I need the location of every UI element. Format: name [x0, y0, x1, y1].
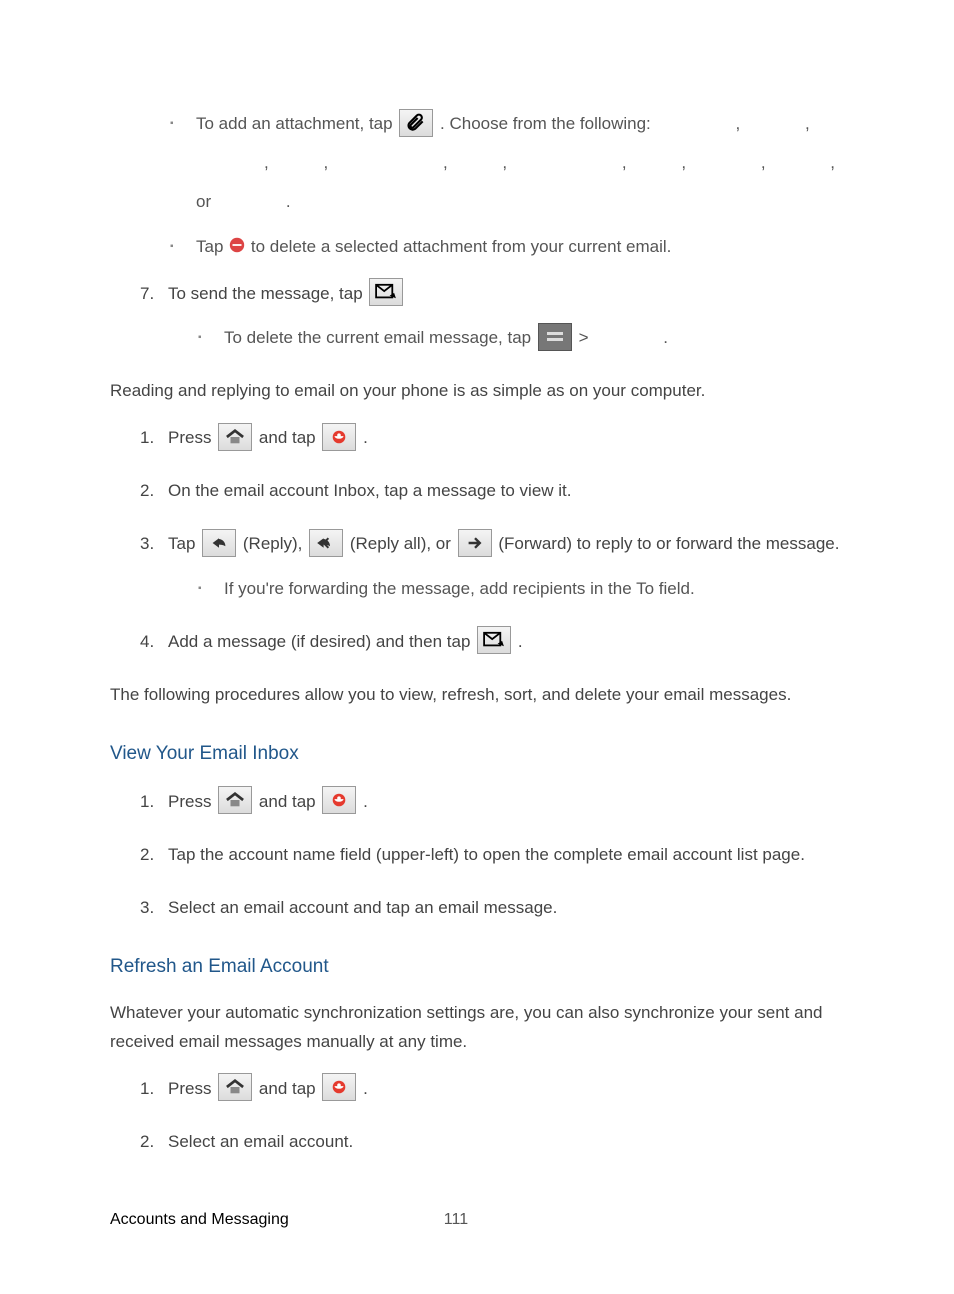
comma: , — [761, 153, 766, 172]
press-text: Press — [168, 792, 216, 811]
comma: , — [681, 153, 686, 172]
step-number: 2. — [140, 477, 154, 506]
refresh-step-1: 1. Press and tap . — [140, 1075, 844, 1104]
comma: , — [830, 153, 835, 172]
comma: , — [264, 153, 269, 172]
refresh-paragraph: Whatever your automatic synchronization … — [110, 999, 844, 1057]
home-icon — [218, 786, 252, 814]
tap-text: Tap — [168, 534, 200, 553]
comma: , — [323, 153, 328, 172]
refresh-steps: 1. Press and tap . 2. Select an email ac… — [110, 1075, 844, 1157]
send-envelope-icon — [477, 626, 511, 654]
add-attachment-bullet: To add an attachment, tap . Choose from … — [170, 110, 844, 217]
step-number: 3. — [140, 894, 154, 923]
view-step-3: 3. Select an email account and tap an em… — [140, 894, 844, 923]
step-number: 2. — [140, 841, 154, 870]
reply-label: (Reply), — [243, 534, 307, 553]
delete-current-text-2: > — [579, 328, 589, 347]
press-text: Press — [168, 1079, 216, 1098]
add-message-text: Add a message (if desired) and then tap — [168, 632, 475, 651]
footer-section-title: Accounts and Messaging — [110, 1206, 289, 1233]
reading-paragraph: Reading and replying to email on your ph… — [110, 377, 844, 406]
inbox-tap-text: On the email account Inbox, tap a messag… — [168, 481, 572, 500]
refresh-heading: Refresh an Email Account — [110, 951, 844, 983]
delete-current-text-1: To delete the current email message, tap — [224, 328, 536, 347]
view-step-2: 2. Tap the account name field (upper-lef… — [140, 841, 844, 870]
step-7-sub: To delete the current email message, tap… — [168, 324, 844, 353]
read-step-3: 3. Tap (Reply), (Reply all), or (Forward… — [140, 530, 844, 604]
page-footer: Accounts and Messaging 111 — [110, 1206, 844, 1233]
forwarding-note: If you're forwarding the message, add re… — [198, 575, 844, 604]
read-step-2: 2. On the email account Inbox, tap a mes… — [140, 477, 844, 506]
minus-circle-icon — [228, 236, 246, 254]
procedures-paragraph: The following procedures allow you to vi… — [110, 681, 844, 710]
read-step-4: 4. Add a message (if desired) and then t… — [140, 628, 844, 657]
step-number: 7. — [140, 280, 154, 309]
view-inbox-heading: View Your Email Inbox — [110, 738, 844, 770]
add-attachment-text-1: To add an attachment, tap — [196, 114, 397, 133]
footer-page-number: 111 — [444, 1206, 468, 1233]
view-step-1: 1. Press and tap . — [140, 788, 844, 817]
comma: , — [502, 153, 507, 172]
step-7: 7. To send the message, tap To delete th… — [140, 280, 844, 354]
email-app-icon — [322, 423, 356, 451]
view-step-2-text: Tap the account name field (upper-left) … — [168, 845, 805, 864]
press-text: Press — [168, 428, 216, 447]
comma: , — [443, 153, 448, 172]
step-number: 1. — [140, 1075, 154, 1104]
view-step-3-text: Select an email account and tap an email… — [168, 898, 557, 917]
step-number: 3. — [140, 530, 154, 559]
email-app-icon — [322, 1073, 356, 1101]
comma: , — [736, 114, 741, 133]
home-icon — [218, 423, 252, 451]
refresh-step-2: 2. Select an email account. — [140, 1128, 844, 1157]
reply-all-icon — [309, 529, 343, 557]
and-tap-text: and tap — [259, 792, 320, 811]
comma: , — [805, 114, 810, 133]
forward-icon — [458, 529, 492, 557]
attachment-bullets: To add an attachment, tap . Choose from … — [110, 110, 844, 262]
email-app-icon — [322, 786, 356, 814]
and-tap-text: and tap — [259, 428, 320, 447]
delete-attachment-bullet: Tap to delete a selected attachment from… — [170, 233, 844, 262]
refresh-step-2-text: Select an email account. — [168, 1132, 353, 1151]
forward-label: (Forward) to reply to or forward the mes… — [498, 534, 839, 553]
delete-attachment-text-1: Tap — [196, 237, 228, 256]
send-message-text: To send the message, tap — [168, 284, 367, 303]
step-number: 2. — [140, 1128, 154, 1157]
send-envelope-icon — [369, 278, 403, 306]
read-reply-steps: 1. Press and tap . 2. On the email accou… — [110, 424, 844, 656]
step-number: 1. — [140, 788, 154, 817]
delete-attachment-text-2: to delete a selected attachment from you… — [251, 237, 671, 256]
home-icon — [218, 1073, 252, 1101]
step-number: 1. — [140, 424, 154, 453]
and-tap-text: and tap — [259, 1079, 320, 1098]
menu-icon — [538, 323, 572, 351]
add-attachment-text-2: . Choose from the following: — [440, 114, 651, 133]
or-text: or — [196, 192, 211, 211]
compose-steps-continued: 7. To send the message, tap To delete th… — [110, 280, 844, 354]
delete-current-email-bullet: To delete the current email message, tap… — [198, 324, 844, 353]
reply-icon — [202, 529, 236, 557]
step-number: 4. — [140, 628, 154, 657]
paperclip-icon — [399, 109, 433, 137]
read-step-3-sub: If you're forwarding the message, add re… — [168, 575, 844, 604]
view-inbox-steps: 1. Press and tap . 2. Tap the account na… — [110, 788, 844, 923]
read-step-1: 1. Press and tap . — [140, 424, 844, 453]
comma: , — [622, 153, 627, 172]
reply-all-label: (Reply all), or — [350, 534, 456, 553]
